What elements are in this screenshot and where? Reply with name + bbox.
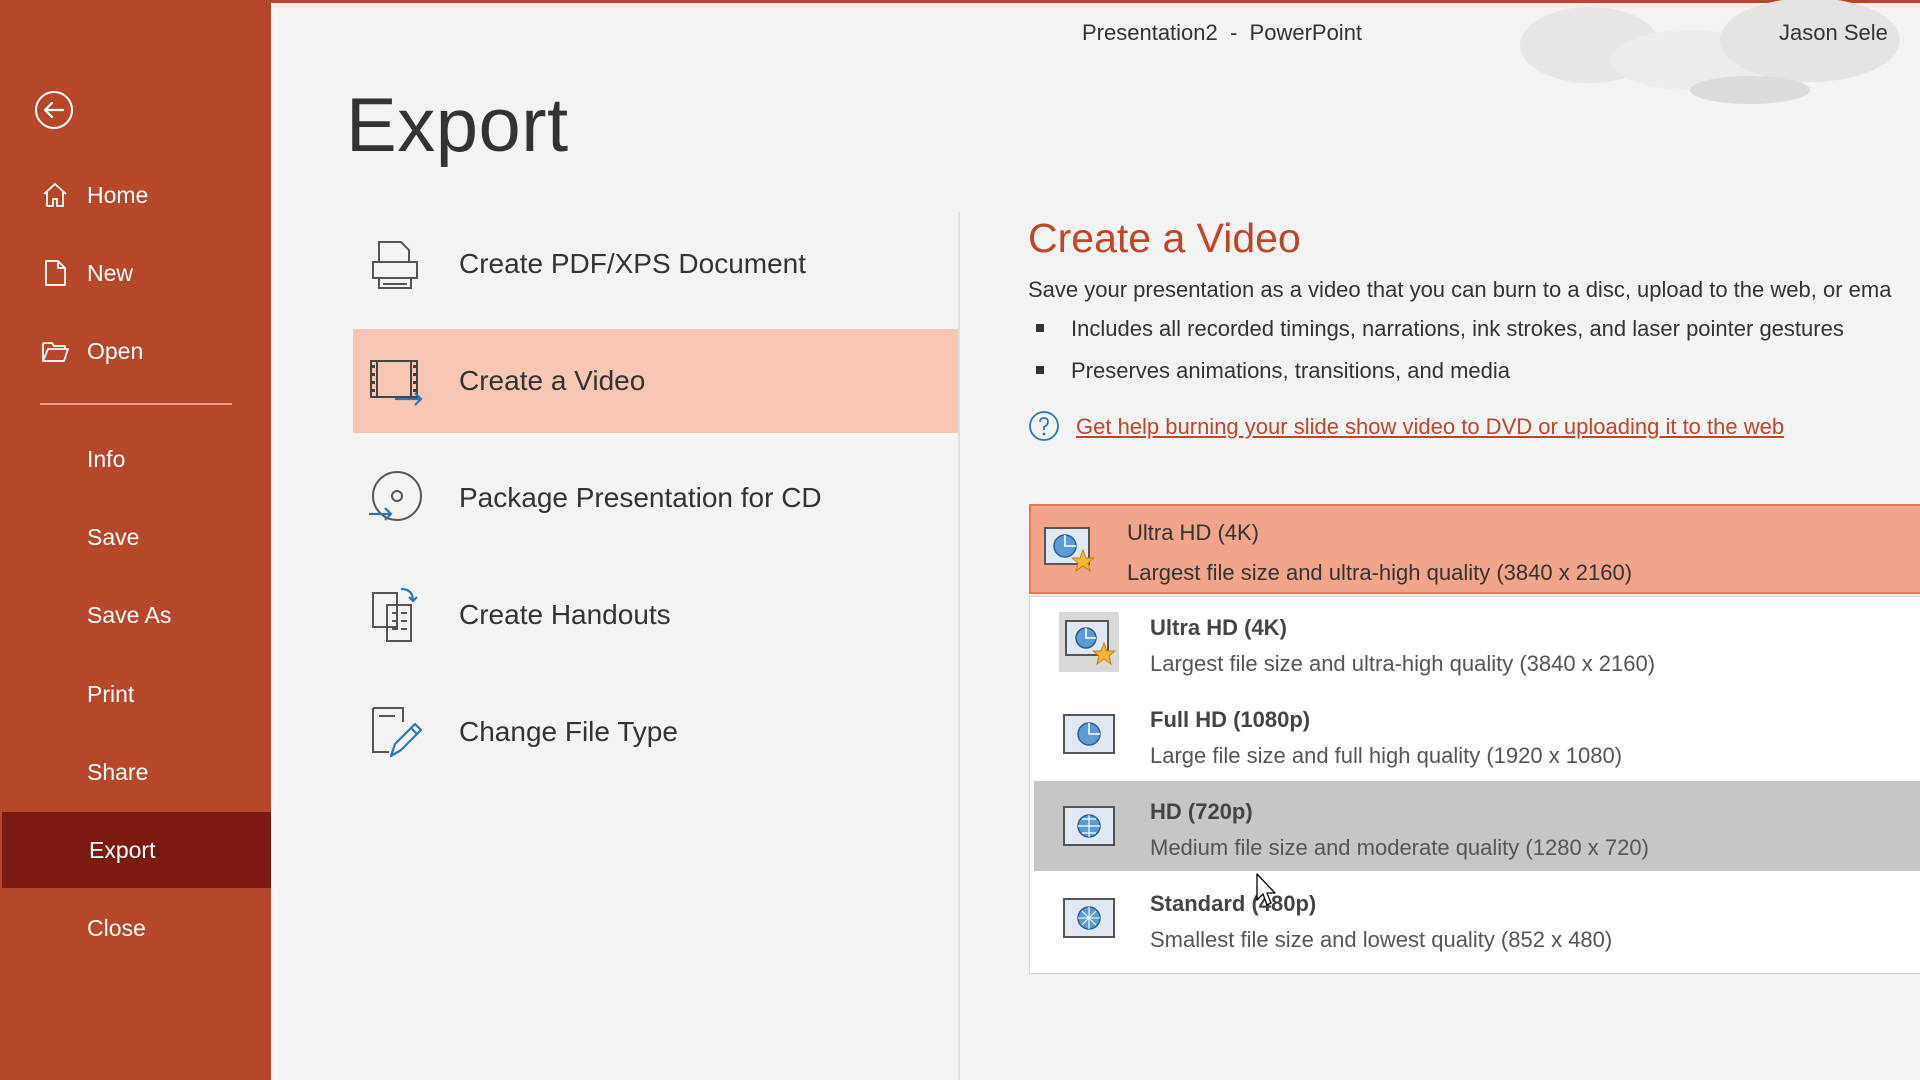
nav-home[interactable]: Home: [0, 157, 271, 233]
help-link[interactable]: Get help burning your slide show video t…: [1076, 414, 1784, 440]
pdf-document-icon: [365, 234, 425, 294]
page-title: Export: [346, 83, 569, 168]
full-hd-quality-icon: [1058, 703, 1120, 765]
hd-quality-icon: [1058, 795, 1120, 857]
option-change-file-type[interactable]: Change File Type: [353, 680, 958, 784]
nav-label: Save As: [87, 601, 172, 628]
home-icon: [40, 180, 70, 210]
option-label: Package Presentation for CD: [459, 482, 822, 513]
nav-divider: [40, 403, 232, 405]
window-title: Presentation2 - PowerPoint: [1082, 20, 1363, 45]
option-create-video[interactable]: Create a Video: [353, 329, 958, 433]
nav-new[interactable]: New: [0, 235, 271, 311]
nav-save[interactable]: Save: [0, 499, 271, 575]
new-document-icon: [40, 258, 70, 288]
quality-description: Largest file size and ultra-high quality…: [1150, 651, 1656, 676]
ultra-hd-quality-icon: [1058, 611, 1120, 673]
video-quality-dropdown[interactable]: Ultra HD (4K) Largest file size and ultr…: [1029, 504, 1920, 594]
quality-option-ultra-hd[interactable]: Ultra HD (4K) Largest file size and ultr…: [1034, 597, 1920, 687]
nav-label: Export: [89, 836, 156, 863]
panel-bullet: Preserves animations, transitions, and m…: [1036, 358, 1510, 384]
option-package-cd[interactable]: Package Presentation for CD: [353, 446, 958, 550]
option-label: Create a Video: [459, 365, 646, 396]
panel-divider: [958, 212, 960, 1080]
backstage-sidebar: Home New Open Info Save Save As Print Sh…: [0, 0, 271, 1080]
nav-print[interactable]: Print: [0, 656, 271, 732]
change-file-type-icon: [365, 702, 425, 762]
bullet-text: Includes all recorded timings, narration…: [1071, 316, 1844, 341]
quality-option-standard[interactable]: Standard (480p) Smallest file size and l…: [1034, 873, 1920, 963]
option-label: Create Handouts: [459, 599, 671, 630]
nav-label: New: [87, 259, 134, 286]
bullet-marker: [1036, 324, 1044, 333]
panel-bullet: Includes all recorded timings, narration…: [1036, 316, 1844, 342]
nav-label: Print: [87, 680, 135, 707]
quality-name: HD (720p): [1150, 799, 1253, 824]
option-label: Change File Type: [459, 716, 678, 747]
option-label: Create PDF/XPS Document: [459, 248, 807, 279]
nav-info[interactable]: Info: [0, 421, 271, 497]
banner-decoration: [1520, 0, 1900, 104]
nav-open[interactable]: Open: [0, 313, 271, 389]
back-arrow-icon[interactable]: [34, 90, 74, 130]
bullet-marker: [1036, 366, 1044, 375]
nav-share[interactable]: Share: [0, 734, 271, 810]
quality-name: Ultra HD (4K): [1127, 520, 1260, 545]
help-question-icon[interactable]: [1028, 410, 1060, 442]
nav-label: Home: [87, 181, 149, 208]
video-film-icon: [365, 351, 425, 411]
quality-option-hd[interactable]: HD (720p) Medium file size and moderate …: [1034, 781, 1920, 871]
standard-quality-icon: [1058, 887, 1120, 949]
nav-label: Share: [87, 758, 149, 785]
option-create-handouts[interactable]: Create Handouts: [353, 563, 958, 667]
ultra-hd-quality-icon: [1041, 522, 1097, 578]
option-create-pdf-xps[interactable]: Create PDF/XPS Document: [353, 212, 958, 316]
quality-description: Medium file size and moderate quality (1…: [1150, 835, 1649, 860]
video-quality-options-list: Ultra HD (4K) Largest file size and ultr…: [1029, 596, 1920, 974]
user-account-name[interactable]: Jason Sele: [1779, 20, 1888, 46]
panel-title: Create a Video: [1028, 215, 1301, 261]
quality-description: Smallest file size and lowest quality (8…: [1150, 927, 1613, 952]
folder-open-icon: [40, 336, 70, 366]
quality-description: Largest file size and ultra-high quality…: [1127, 560, 1633, 585]
quality-option-full-hd[interactable]: Full HD (1080p) Large file size and full…: [1034, 689, 1920, 779]
handouts-icon: [365, 585, 425, 645]
quality-name: Standard (480p): [1150, 891, 1317, 916]
cd-package-icon: [365, 468, 425, 528]
nav-label: Close: [87, 914, 146, 941]
title-bar-accent-line: [271, 0, 1920, 3]
nav-save-as[interactable]: Save As: [0, 577, 271, 653]
bullet-text: Preserves animations, transitions, and m…: [1071, 358, 1510, 383]
quality-name: Ultra HD (4K): [1150, 615, 1287, 640]
nav-label: Open: [87, 337, 144, 364]
nav-label: Info: [87, 445, 126, 472]
nav-export[interactable]: Export: [2, 812, 271, 888]
quality-description: Large file size and full high quality (1…: [1150, 743, 1623, 768]
quality-name: Full HD (1080p): [1150, 707, 1311, 732]
nav-label: Save: [87, 523, 140, 550]
panel-description: Save your presentation as a video that y…: [1028, 277, 1892, 302]
nav-close[interactable]: Close: [0, 890, 271, 966]
